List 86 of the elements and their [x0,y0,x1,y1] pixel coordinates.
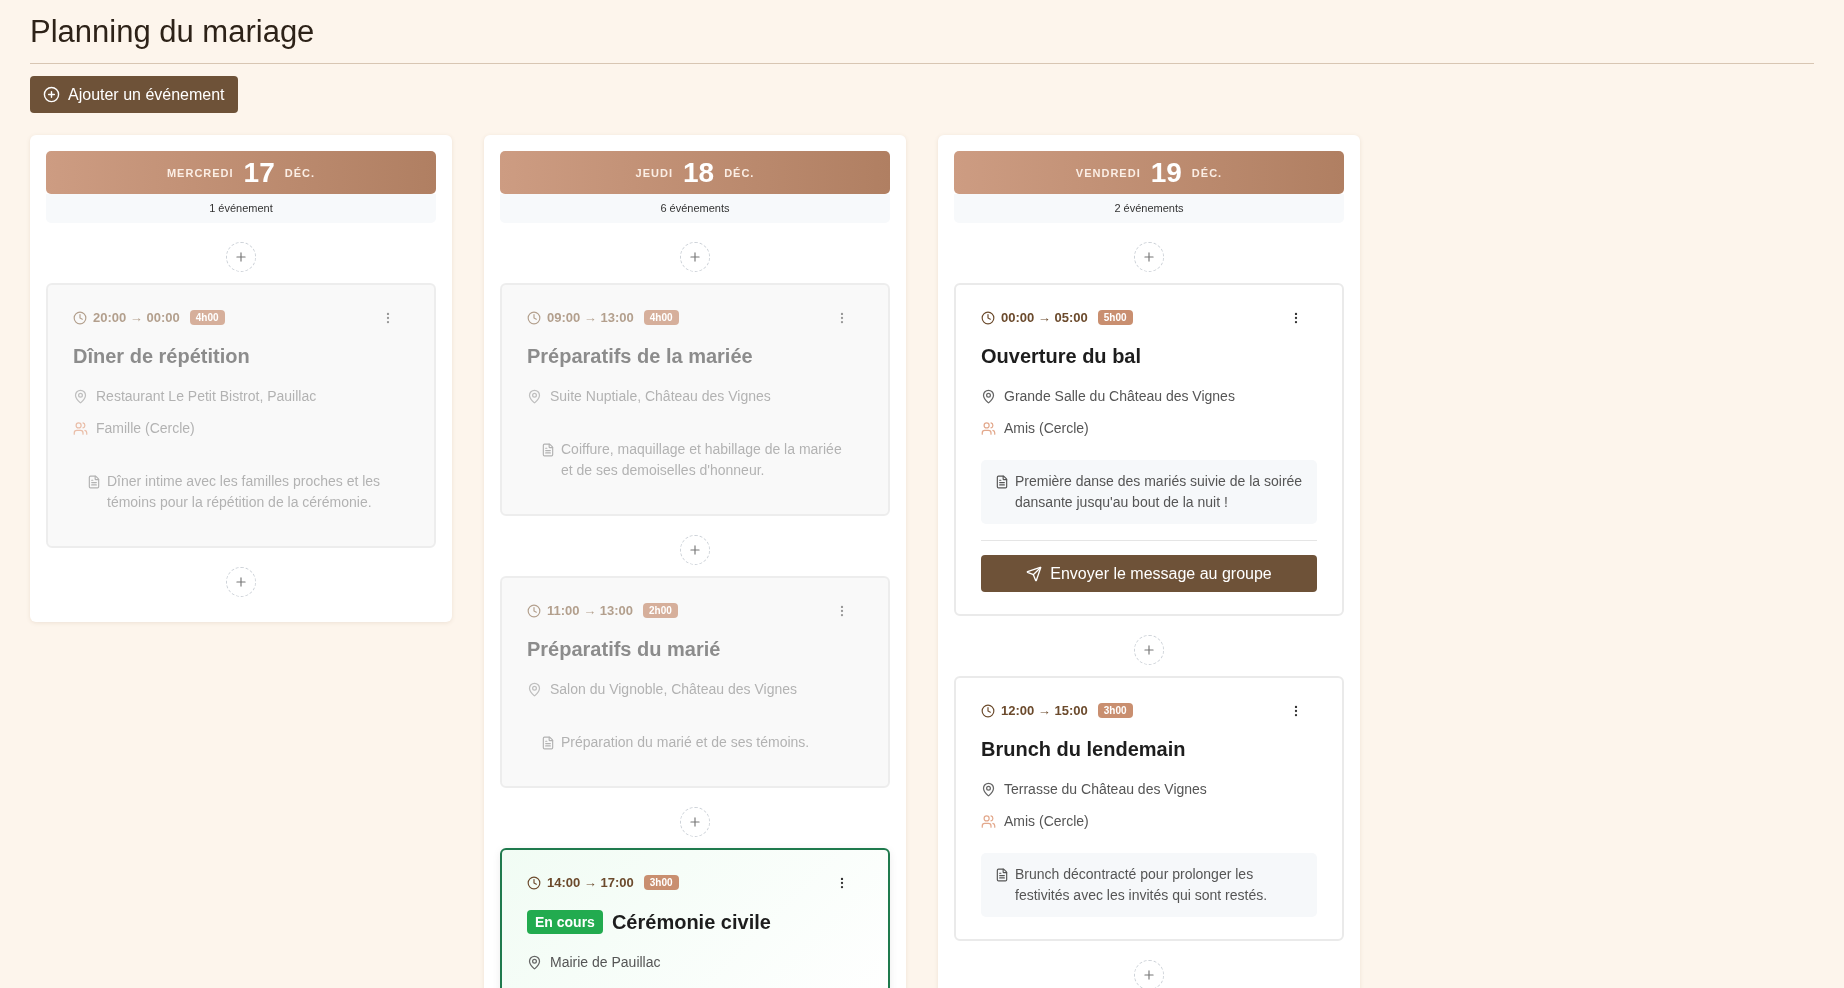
plus-icon [234,250,248,264]
document-icon [87,475,101,489]
add-slot-button[interactable] [680,807,710,837]
plus-icon [688,250,702,264]
duration-badge: 4h00 [643,310,679,325]
people-icon [981,813,996,829]
document-icon [541,443,555,457]
plus-icon [688,543,702,557]
event-time: 12:00 → 15:00 [1001,703,1088,718]
duration-badge: 4h00 [189,310,225,325]
add-slot-button[interactable] [680,535,710,565]
location-pin-icon [527,388,542,404]
event-notes: Préparation du marié et de ses témoins. [561,733,810,752]
people-icon [981,420,996,436]
add-slot-button[interactable] [1134,635,1164,665]
plus-icon [234,575,248,589]
add-slot-button[interactable] [226,242,256,272]
clock-icon [527,875,541,890]
event-time: 00:00 → 05:00 [1001,310,1088,325]
duration-badge: 3h00 [643,875,679,890]
plus-icon [1142,250,1156,264]
event-time: 20:00 → 00:00 [93,310,180,325]
weekday-label: JEUDI [635,166,673,179]
event-time: 11:00 → 13:00 [547,603,633,618]
status-badge: En cours [527,910,603,934]
event-notes: Coiffure, maquillage et habillage de la mariée et de ses demoiselles d'honneur. [561,440,843,480]
day-number: 17 [243,156,275,189]
event-count: 6 événements [500,194,890,223]
people-icon [73,420,88,436]
event-time: 14:00 → 17:00 [547,875,634,890]
add-slot-button[interactable] [226,567,256,597]
add-event-button[interactable]: Ajouter un événement [30,76,238,113]
duration-badge: 5h00 [1097,310,1133,325]
clock-icon [73,310,87,325]
location-pin-icon [527,681,542,697]
event-group: Famille (Cercle) [96,420,195,436]
day-number: 18 [683,156,715,189]
weekday-label: VENDREDI [1075,166,1141,179]
month-label: DÉC. [724,166,755,179]
event-title: Brunch du lendemain [981,738,1186,761]
document-icon [995,868,1009,882]
clock-icon [527,603,541,618]
send-message-button[interactable]: Envoyer le message au groupe [981,555,1317,592]
event-location: Mairie de Pauillac [550,954,661,970]
send-icon [1026,565,1043,582]
location-pin-icon [981,781,996,797]
event-location: Salon du Vignoble, Château des Vignes [550,681,797,697]
event-group: Amis (Cercle) [1004,420,1089,436]
event-title: Préparatifs de la mariée [527,345,753,368]
event-title: Ouverture du bal [981,345,1142,368]
page-title: Planning du mariage [30,14,1814,64]
weekday-label: MERCREDI [166,166,234,179]
plus-circle-icon [43,86,60,103]
event-notes: Brunch décontracté pour prolonger les festivités avec les invités qui sont restés. [1015,865,1269,905]
event-count: 1 événement [46,194,436,223]
add-slot-button[interactable] [1134,242,1164,272]
clock-icon [527,310,541,325]
event-notes: Dîner intime avec les familles proches et les témoins pour la répétition de la cérémonie. [107,472,382,512]
duration-badge: 2h00 [643,603,678,618]
location-pin-icon [981,388,996,404]
clock-icon [981,310,995,325]
event-location: Suite Nuptiale, Château des Vignes [550,388,771,404]
plus-icon [688,815,702,829]
plus-icon [1142,968,1156,982]
location-pin-icon [73,388,88,404]
event-count: 2 événements [954,194,1344,223]
location-pin-icon [527,954,542,970]
duration-badge: 3h00 [1097,703,1133,718]
event-notes: Première danse des mariés suivie de la soirée dansante jusqu'au bout de la nuit ! [1015,472,1303,512]
event-title: Dîner de répétition [73,345,250,368]
add-slot-button[interactable] [680,242,710,272]
event-title: Cérémonie civile [611,910,771,934]
day-number: 19 [1150,156,1182,189]
event-group: Amis (Cercle) [1004,813,1089,829]
add-slot-button[interactable] [1134,960,1164,988]
event-location: Restaurant Le Petit Bistrot, Pauillac [96,388,317,404]
event-time: 09:00 → 13:00 [547,310,634,325]
document-icon [995,475,1009,489]
event-location: Grande Salle du Château des Vignes [1004,388,1235,404]
document-icon [541,736,555,750]
clock-icon [981,703,995,718]
event-location: Terrasse du Château des Vignes [1004,781,1207,797]
event-title: Préparatifs du marié [527,638,721,661]
plus-icon [1142,643,1156,657]
month-label: DÉC. [284,166,316,179]
month-label: DÉC. [1191,166,1223,179]
